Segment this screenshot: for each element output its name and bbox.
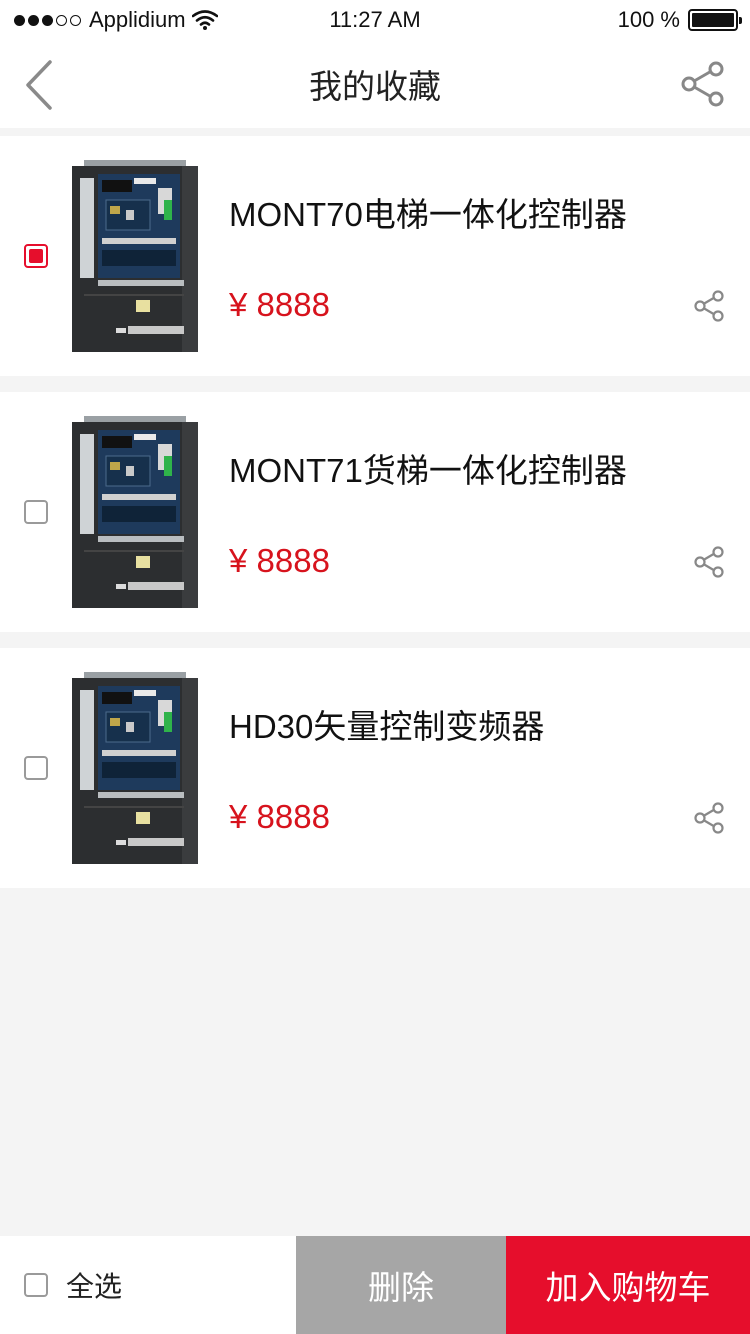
product-image bbox=[72, 160, 198, 352]
product-image bbox=[72, 672, 198, 864]
favorites-list: MONT70电梯一体化控制器 ¥ 8888 MONT71货梯一体化控制器 ¥ 8… bbox=[0, 136, 750, 904]
item-checkbox[interactable] bbox=[24, 756, 48, 780]
favorite-item: MONT71货梯一体化控制器 ¥ 8888 bbox=[0, 392, 750, 632]
delete-button[interactable]: 删除 bbox=[296, 1236, 506, 1334]
product-price: ¥ 8888 bbox=[229, 798, 330, 835]
battery-level bbox=[692, 13, 734, 27]
product-name[interactable]: MONT71货梯一体化控制器 bbox=[229, 444, 627, 492]
carrier-name: Applidium bbox=[89, 7, 186, 32]
page-title: 我的收藏 bbox=[309, 68, 441, 105]
product-name[interactable]: MONT70电梯一体化控制器 bbox=[229, 188, 627, 236]
product-name[interactable]: HD30矢量控制变频器 bbox=[229, 700, 544, 748]
item-checkbox[interactable] bbox=[24, 500, 48, 524]
status-bar-right: 100 % bbox=[617, 7, 742, 33]
product-price: ¥ 8888 bbox=[229, 542, 330, 579]
status-bar: Applidium 11:27 AM 100 % bbox=[0, 0, 750, 40]
battery-percentage: 100 % bbox=[617, 7, 680, 32]
wifi-icon bbox=[191, 10, 218, 30]
share-icon[interactable] bbox=[692, 802, 726, 834]
select-all-toggle[interactable]: 全选 bbox=[0, 1236, 296, 1334]
battery-icon bbox=[688, 9, 742, 31]
favorite-item: MONT70电梯一体化控制器 ¥ 8888 bbox=[0, 136, 750, 376]
favorite-item: HD30矢量控制变频器 ¥ 8888 bbox=[0, 648, 750, 888]
chevron-left-icon[interactable] bbox=[20, 58, 60, 112]
item-checkbox[interactable] bbox=[24, 244, 48, 268]
share-icon[interactable] bbox=[678, 60, 728, 108]
select-all-checkbox[interactable] bbox=[24, 1273, 48, 1297]
product-price: ¥ 8888 bbox=[229, 286, 330, 323]
status-bar-left: Applidium bbox=[14, 7, 218, 33]
add-to-cart-button[interactable]: 加入购物车 bbox=[506, 1236, 750, 1334]
select-all-label: 全选 bbox=[66, 1271, 123, 1302]
signal-strength-icon bbox=[14, 14, 81, 26]
product-image bbox=[72, 416, 198, 608]
share-icon[interactable] bbox=[692, 546, 726, 578]
bottom-action-bar: 全选 删除 加入购物车 bbox=[0, 1236, 750, 1334]
share-icon[interactable] bbox=[692, 290, 726, 322]
navigation-bar: 我的收藏 bbox=[0, 40, 750, 128]
